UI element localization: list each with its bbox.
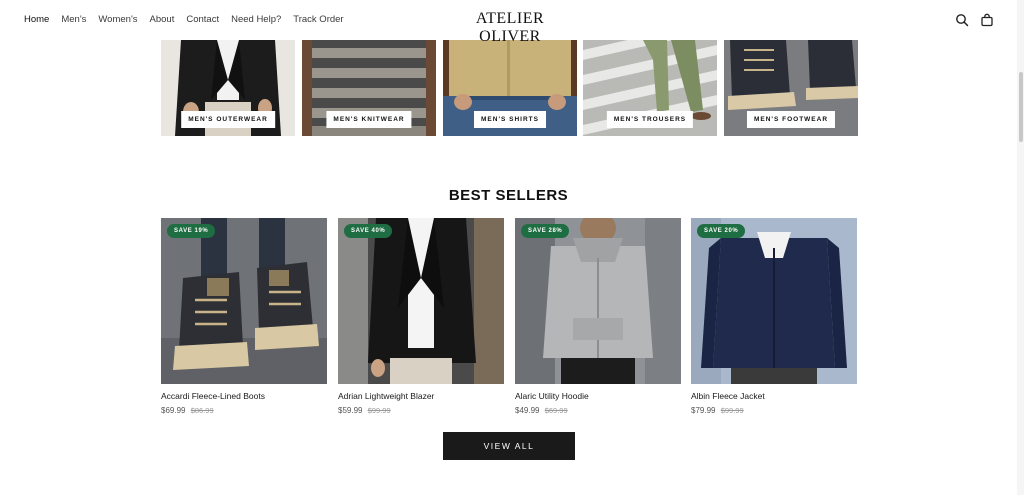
- product-price: $59.99 $99.99: [338, 406, 504, 415]
- category-label: MEN'S SHIRTS: [474, 111, 546, 128]
- category-tile-footwear[interactable]: MEN'S FOOTWEAR: [724, 40, 858, 136]
- product-image[interactable]: SAVE 20%: [691, 218, 857, 384]
- original-price: $99.99: [367, 406, 391, 415]
- view-all-button[interactable]: VIEW ALL: [443, 432, 575, 460]
- product-image[interactable]: SAVE 19%: [161, 218, 327, 384]
- main-nav: Home Men's Women's About Contact Need He…: [24, 14, 344, 25]
- sale-price: $59.99: [338, 406, 363, 415]
- scrollbar-thumb[interactable]: [1019, 72, 1023, 142]
- nav-womens[interactable]: Women's: [98, 14, 137, 25]
- product-card[interactable]: SAVE 28% Alaric Utility Hoodie $49.99 $6…: [515, 218, 681, 415]
- product-price: $49.99 $69.99: [515, 406, 681, 415]
- product-price: $79.99 $99.99: [691, 406, 857, 415]
- sale-price: $79.99: [691, 406, 716, 415]
- product-card[interactable]: SAVE 20% Albin Fleece Jacket $79.99 $99.…: [691, 218, 857, 415]
- product-price: $69.99 $86.99: [161, 406, 327, 415]
- nav-track-order[interactable]: Track Order: [293, 14, 343, 25]
- category-tile-knitwear[interactable]: MEN'S KNITWEAR: [302, 40, 436, 136]
- original-price: $69.99: [544, 406, 568, 415]
- original-price: $99.99: [720, 406, 744, 415]
- discount-badge: SAVE 19%: [167, 224, 216, 238]
- product-name[interactable]: Albin Fleece Jacket: [691, 391, 857, 401]
- product-card[interactable]: SAVE 40% Adrian Lightweight Blazer $59.9…: [338, 218, 504, 415]
- category-tile-outerwear[interactable]: MEN'S OUTERWEAR: [161, 40, 295, 136]
- section-title: BEST SELLERS: [448, 187, 569, 204]
- category-tile-trousers[interactable]: MEN'S TROUSERS: [583, 40, 717, 136]
- category-label: MEN'S FOOTWEAR: [746, 111, 836, 128]
- nav-need-help[interactable]: Need Help?: [231, 14, 281, 25]
- product-name[interactable]: Adrian Lightweight Blazer: [338, 391, 504, 401]
- category-label: MEN'S OUTERWEAR: [181, 111, 275, 128]
- sale-price: $49.99: [515, 406, 540, 415]
- nav-home[interactable]: Home: [24, 14, 49, 25]
- sale-price: $69.99: [161, 406, 186, 415]
- product-card[interactable]: SAVE 19% Accardi Fleece-Lined Boots $69.…: [161, 218, 327, 415]
- scrollbar[interactable]: [1017, 0, 1024, 495]
- search-icon[interactable]: [955, 13, 969, 27]
- product-name[interactable]: Accardi Fleece-Lined Boots: [161, 391, 327, 401]
- original-price: $86.99: [190, 406, 214, 415]
- site-header: Home Men's Women's About Contact Need He…: [0, 0, 1017, 45]
- category-label: MEN'S KNITWEAR: [326, 111, 412, 128]
- product-name[interactable]: Alaric Utility Hoodie: [515, 391, 681, 401]
- nav-contact[interactable]: Contact: [186, 14, 219, 25]
- discount-badge: SAVE 20%: [697, 224, 746, 238]
- nav-mens[interactable]: Men's: [61, 14, 86, 25]
- discount-badge: SAVE 40%: [344, 224, 393, 238]
- site-logo[interactable]: ATELIER OLIVER: [444, 10, 576, 46]
- nav-about[interactable]: About: [150, 14, 175, 25]
- category-tile-shirts[interactable]: MEN'S SHIRTS: [443, 40, 577, 136]
- category-label: MEN'S TROUSERS: [606, 111, 694, 128]
- product-image[interactable]: SAVE 40%: [338, 218, 504, 384]
- product-image[interactable]: SAVE 28%: [515, 218, 681, 384]
- discount-badge: SAVE 28%: [521, 224, 570, 238]
- shopping-bag-icon[interactable]: [980, 13, 994, 27]
